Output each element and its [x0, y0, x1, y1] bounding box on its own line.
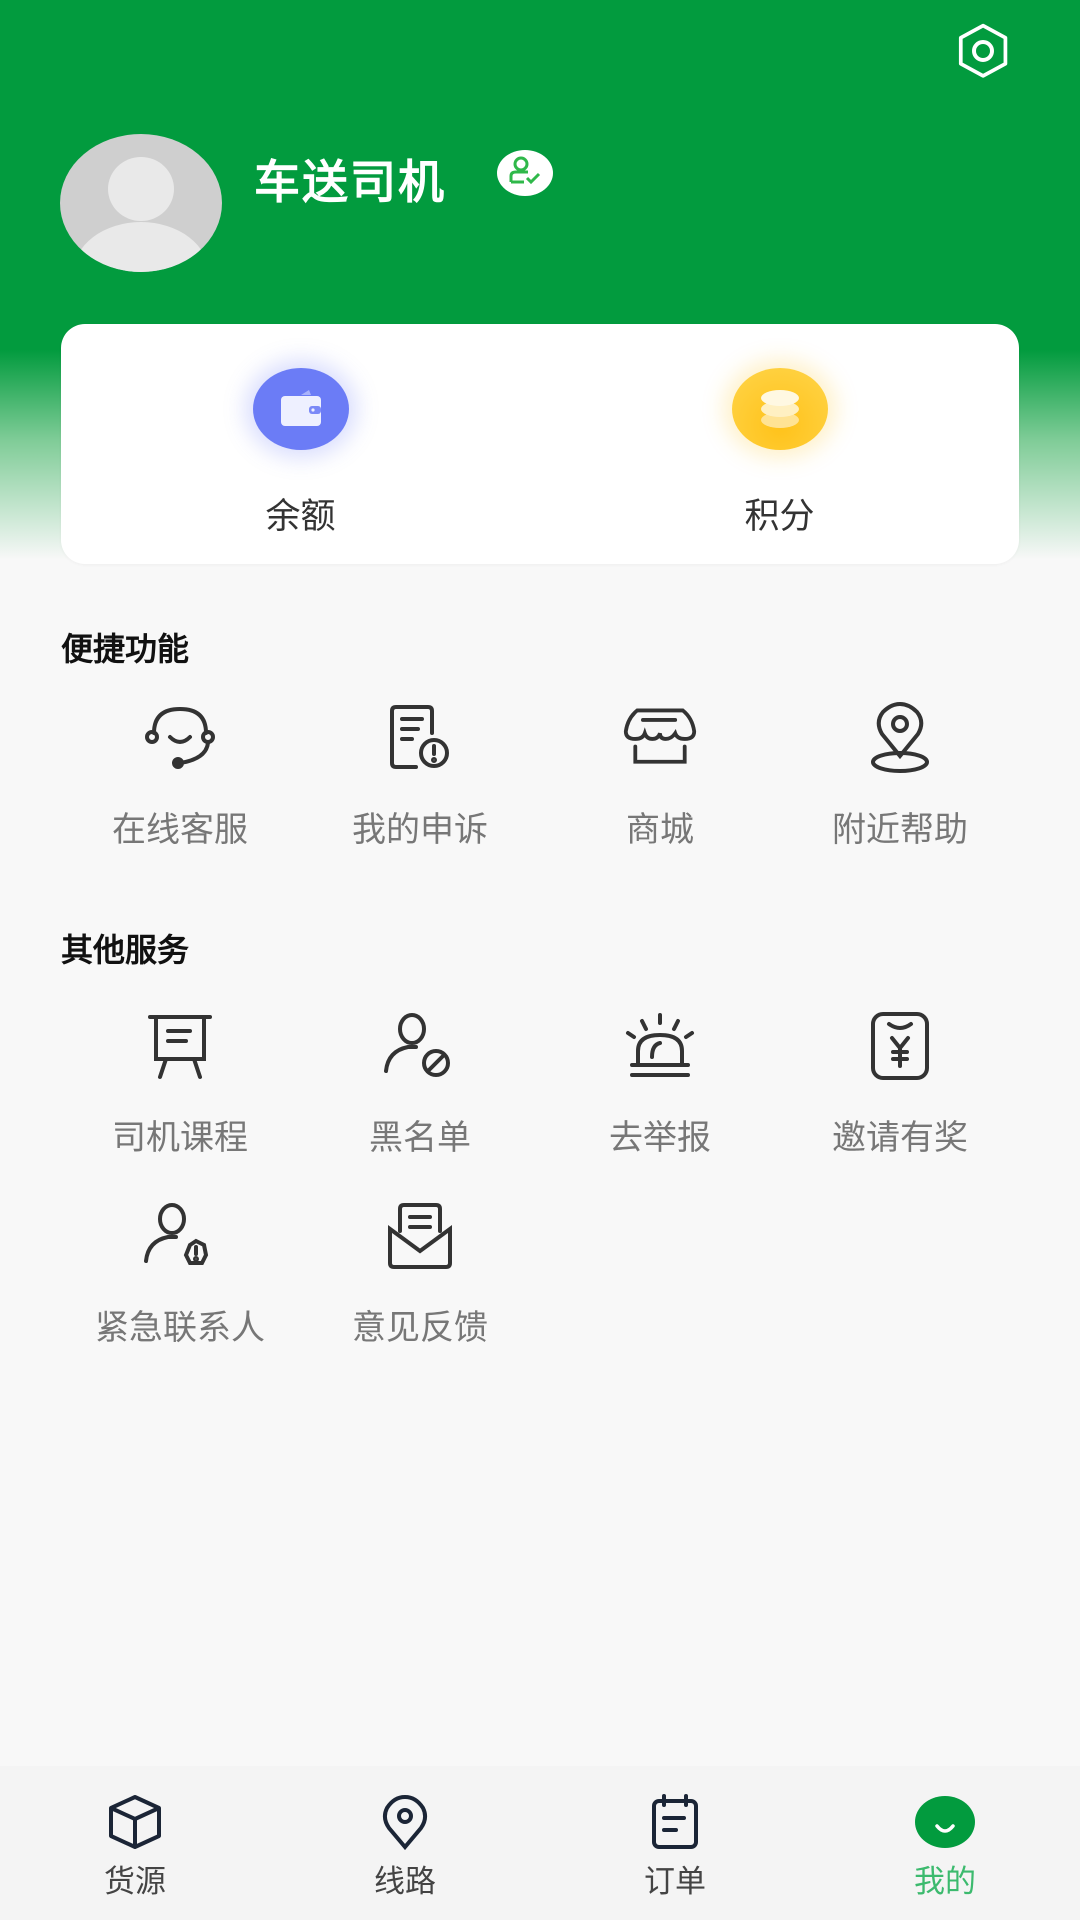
quick-item-my-appeal[interactable]: 我的申诉 — [300, 700, 540, 851]
quick-item-label: 商城 — [626, 810, 694, 850]
other-item-label: 邀请有奖 — [832, 1118, 968, 1158]
user-block-icon — [382, 1008, 458, 1084]
tab-label: 订单 — [644, 1864, 706, 1900]
quick-item-nearby-help[interactable]: 附近帮助 — [780, 700, 1020, 851]
box-icon — [104, 1794, 166, 1850]
wallet-card: 余额 积分 — [61, 324, 1019, 564]
settings-button[interactable] — [950, 22, 1016, 84]
tab-label: 货源 — [104, 1864, 166, 1900]
coins-icon — [731, 368, 828, 450]
profile-smile-icon — [914, 1794, 976, 1850]
other-item-label: 司机课程 — [112, 1118, 248, 1158]
other-services-title: 其他服务 — [61, 931, 190, 969]
location-pin-icon — [862, 700, 938, 776]
appeal-doc-icon — [382, 700, 458, 776]
wallet-item-balance[interactable]: 余额 — [61, 324, 540, 564]
wallet-icon — [252, 368, 349, 450]
quick-item-label: 附近帮助 — [832, 810, 968, 850]
order-clipboard-icon — [644, 1794, 706, 1850]
verified-badge[interactable] — [497, 150, 553, 196]
other-item-invite[interactable]: 邀请有奖 — [780, 1008, 1020, 1159]
username: 车送司机 — [254, 155, 446, 209]
tab-label: 我的 — [914, 1864, 976, 1900]
store-icon — [622, 700, 698, 776]
tab-mine[interactable]: 我的 — [810, 1766, 1080, 1920]
bottom-tab-bar: 货源 线路 订单 我的 — [0, 1766, 1080, 1920]
quick-item-store[interactable]: 商城 — [540, 700, 780, 851]
other-item-report[interactable]: 去举报 — [540, 1008, 780, 1159]
tab-label: 线路 — [374, 1864, 436, 1900]
feedback-mail-icon — [382, 1198, 458, 1274]
quick-functions-title: 便捷功能 — [61, 630, 190, 668]
other-item-blacklist[interactable]: 黑名单 — [300, 1008, 540, 1159]
tab-cargo[interactable]: 货源 — [0, 1766, 270, 1920]
points-label: 积分 — [744, 497, 815, 537]
quick-item-online-service[interactable]: 在线客服 — [60, 700, 300, 851]
tab-orders[interactable]: 订单 — [540, 1766, 810, 1920]
wallet-item-points[interactable]: 积分 — [540, 324, 1019, 564]
quick-item-label: 我的申诉 — [352, 810, 488, 850]
verified-user-icon — [508, 156, 542, 190]
user-alert-icon — [142, 1198, 218, 1274]
other-item-label: 紧急联系人 — [95, 1308, 265, 1348]
easel-icon — [142, 1008, 218, 1084]
other-item-label: 意见反馈 — [352, 1308, 488, 1348]
quick-item-label: 在线客服 — [112, 810, 248, 850]
other-item-driver-course[interactable]: 司机课程 — [60, 1008, 300, 1159]
avatar[interactable] — [60, 134, 222, 272]
other-item-label: 去举报 — [609, 1118, 711, 1158]
alarm-icon — [622, 1008, 698, 1084]
other-item-label: 黑名单 — [369, 1118, 471, 1158]
headset-icon — [142, 700, 218, 776]
settings-hex-icon — [953, 23, 1013, 83]
red-envelope-icon — [862, 1008, 938, 1084]
tab-route[interactable]: 线路 — [270, 1766, 540, 1920]
balance-label: 余额 — [265, 497, 336, 537]
other-item-feedback[interactable]: 意见反馈 — [300, 1198, 540, 1349]
other-item-emergency-contact[interactable]: 紧急联系人 — [60, 1198, 300, 1349]
route-pin-icon — [374, 1794, 436, 1850]
